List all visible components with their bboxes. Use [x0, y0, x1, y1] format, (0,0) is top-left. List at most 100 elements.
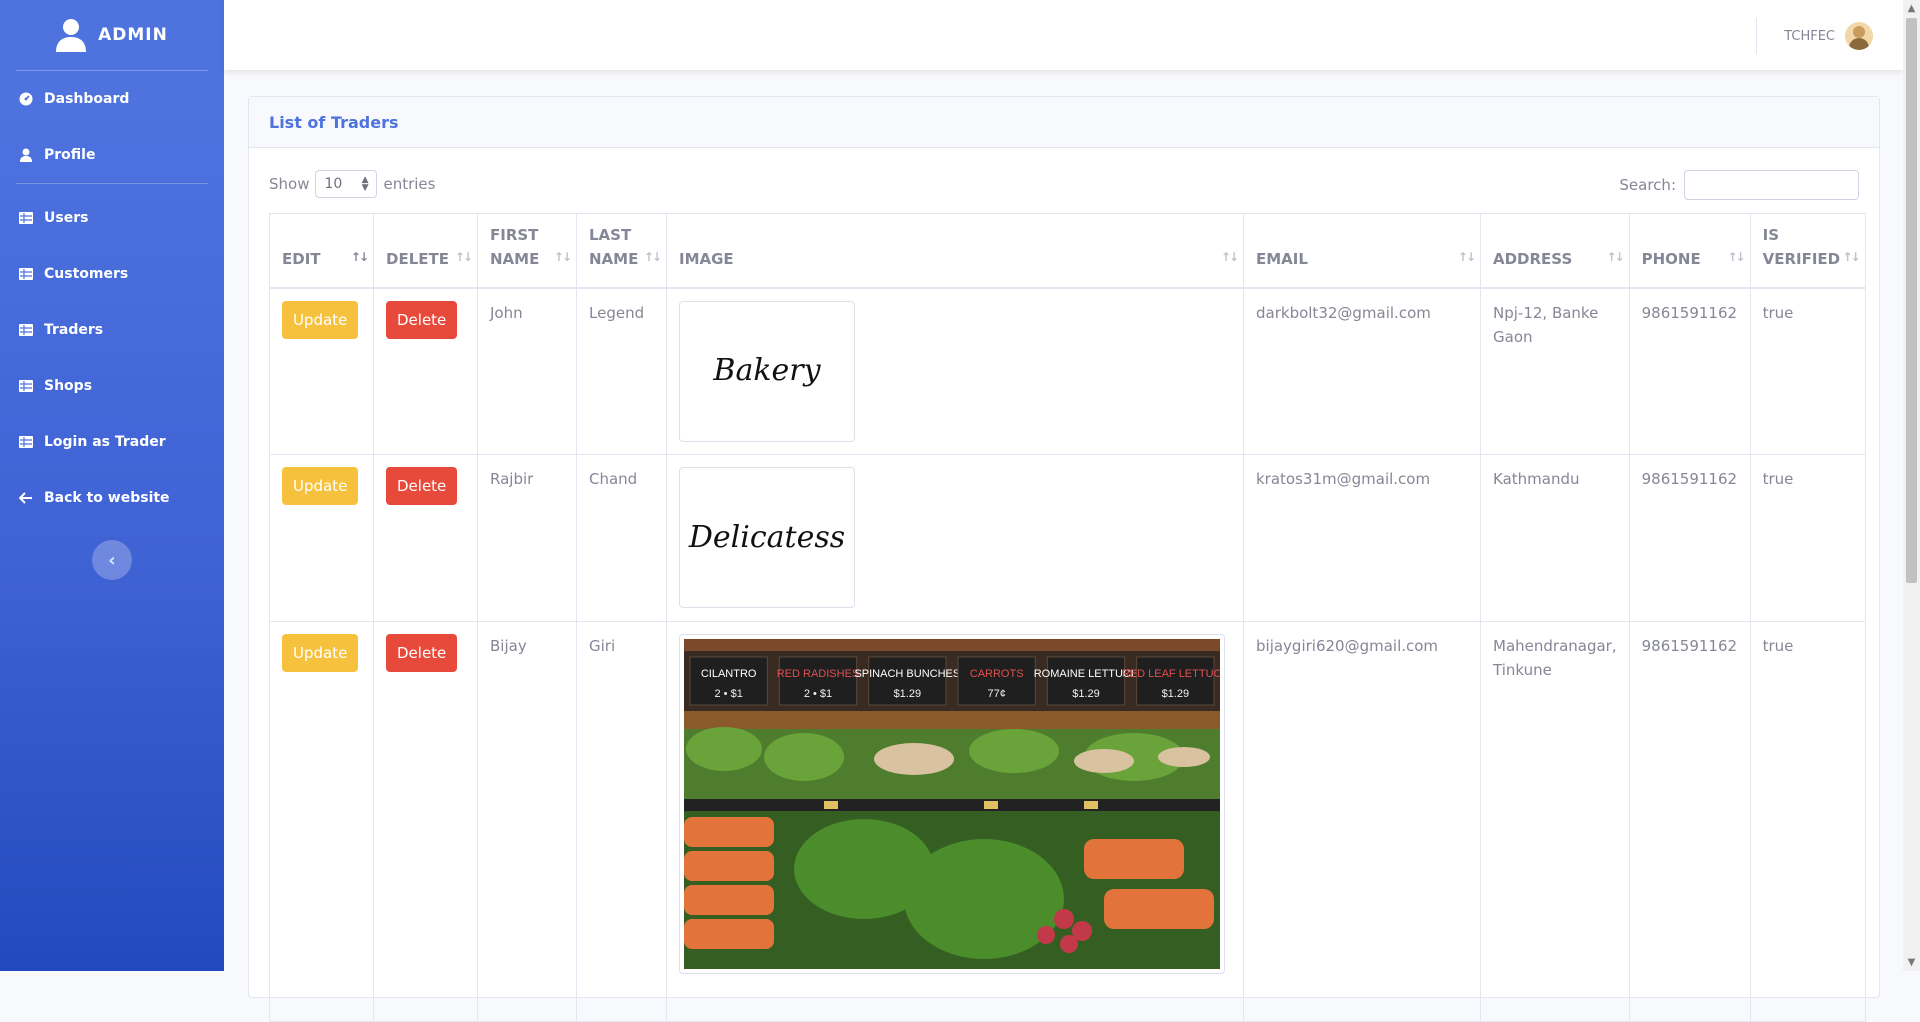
phone-cell: 9861591162	[1628, 621, 1751, 1022]
table-header-row: EDIT ↑↓ DELETE ↑↓ FIRST NAME ↑↓ LAST NAME ↑↓…	[269, 213, 1866, 289]
table-cell: Delete	[373, 287, 478, 455]
column-header-delete[interactable]: DELETE ↑↓	[373, 213, 478, 289]
scrollbar-thumb[interactable]	[1906, 18, 1917, 583]
table-search: Search:	[1619, 170, 1859, 200]
search-input[interactable]	[1684, 170, 1859, 200]
scroll-down-icon[interactable]: ▼	[1903, 954, 1920, 971]
column-header-phone[interactable]: PHONE ↑↓	[1628, 213, 1751, 289]
user-icon	[56, 18, 87, 52]
sidebar-item-traders[interactable]: Traders	[0, 302, 224, 358]
card-title: List of Traders	[249, 97, 1879, 148]
sidebar-item-dashboard[interactable]: Dashboard	[0, 71, 224, 127]
column-header-is-verified[interactable]: IS VERIFIED ↑↓	[1749, 213, 1866, 289]
verified-cell: true	[1749, 287, 1866, 455]
first-name-cell: Bijay	[477, 621, 577, 1022]
table-cell: Delete	[373, 621, 478, 1022]
sign-price: $1.29	[1162, 688, 1190, 700]
search-label: Search:	[1619, 176, 1676, 194]
table-cell: Delete	[373, 454, 478, 622]
sort-icon: ↑↓	[454, 249, 473, 264]
email-cell: bijaygiri620@gmail.com	[1243, 621, 1481, 1022]
table-icon	[18, 210, 34, 226]
entries-length: Show 10 ▲ ▼ entries	[269, 170, 435, 198]
traders-card: List of Traders Show 10 ▲ ▼ entries Searc…	[248, 96, 1880, 1022]
produce-photo: CILANTRO 2 • $1 RED RADISHES 2 • $1 SPINACH …	[684, 639, 1220, 969]
sort-icon: ↑↓	[643, 249, 662, 264]
column-header-edit[interactable]: EDIT ↑↓	[269, 213, 374, 289]
user-dropdown[interactable]: TCHFEC	[1784, 22, 1873, 50]
update-button[interactable]: Update	[282, 467, 359, 505]
sort-icon: ↑↓	[1842, 249, 1861, 264]
delete-button[interactable]: Delete	[386, 634, 458, 672]
phone-cell: 9861591162	[1628, 454, 1751, 622]
column-header-first-name[interactable]: FIRST NAME ↑↓	[477, 213, 577, 289]
phone-cell: 9861591162	[1628, 287, 1751, 455]
trader-image: Delicatess	[679, 467, 855, 608]
sidebar-item-label: Customers	[44, 266, 129, 282]
sort-icon: ↑↓	[553, 249, 572, 264]
first-name-cell: Rajbir	[477, 454, 577, 622]
delete-button[interactable]: Delete	[386, 467, 458, 505]
sidebar-item-back-to-website[interactable]: Back to website	[0, 470, 224, 526]
sidebar-item-label: Shops	[44, 378, 93, 394]
trader-image: CILANTRO 2 • $1 RED RADISHES 2 • $1 SPINACH …	[679, 634, 1225, 974]
logo-text: Delicatess	[688, 519, 846, 555]
sidebar-divider	[16, 183, 208, 184]
sort-icon: ↑↓	[1606, 249, 1625, 264]
update-button[interactable]: Update	[282, 300, 359, 339]
sign-price: $1.29	[1072, 688, 1100, 700]
column-header-address[interactable]: ADDRESS ↑↓	[1480, 213, 1630, 289]
entries-select[interactable]: 10 ▲ ▼	[315, 170, 378, 198]
tachometer-icon	[18, 91, 34, 107]
sidebar-brand[interactable]: ADMIN	[0, 0, 224, 70]
column-header-last-name[interactable]: LAST NAME ↑↓	[576, 213, 667, 289]
sort-icon: ↑↓	[1727, 249, 1746, 264]
table-row: Update Delete Bijay Giri CILANTRO 2 • $1 R…	[269, 621, 1866, 1022]
sidebar-item-label: Users	[44, 210, 89, 226]
table-controls: Show 10 ▲ ▼ entries Search:	[249, 148, 1879, 213]
sign-price: 2 • $1	[804, 688, 832, 700]
table-icon	[18, 322, 34, 338]
last-name-cell: Chand	[576, 454, 667, 622]
sort-arrows-icon: ▲ ▼	[361, 175, 369, 193]
logo-text: Bakery	[713, 353, 821, 388]
chevron-left-icon: ‹	[108, 549, 116, 571]
traders-table: EDIT ↑↓ DELETE ↑↓ FIRST NAME ↑↓ LAST NAME ↑↓…	[269, 213, 1866, 1022]
table-cell: Update	[269, 454, 374, 622]
entries-label: entries	[383, 175, 436, 193]
scroll-up-icon[interactable]: ▲	[1903, 0, 1920, 17]
delete-button[interactable]: Delete	[386, 300, 458, 339]
sidebar-toggle-button[interactable]: ‹	[92, 540, 132, 580]
trader-image: Bakery	[679, 300, 855, 442]
sidebar-item-label: Profile	[44, 147, 96, 163]
address-cell: Npj-12, Banke Gaon	[1480, 287, 1630, 455]
sign-label: CILANTRO	[701, 668, 757, 680]
page-scrollbar[interactable]: ▲ ▼	[1903, 0, 1920, 971]
sidebar-item-customers[interactable]: Customers	[0, 246, 224, 302]
table-cell: Update	[269, 287, 374, 455]
image-cell: Bakery	[666, 287, 1244, 455]
sidebar: ADMIN Dashboard Profile Users Customers …	[0, 0, 224, 971]
column-header-email[interactable]: EMAIL ↑↓	[1243, 213, 1481, 289]
sidebar-item-profile[interactable]: Profile	[0, 127, 224, 183]
address-cell: Mahendranagar, Tinkune	[1480, 621, 1630, 1022]
sign-label: RED LEAF LETTUCE	[1122, 668, 1220, 680]
sign-price: $1.29	[894, 688, 922, 700]
email-cell: kratos31m@gmail.com	[1243, 454, 1481, 622]
table-icon	[18, 378, 34, 394]
sign-price: 2 • $1	[715, 688, 743, 700]
sign-label: RED RADISHES	[777, 668, 860, 680]
arrow-left-icon	[18, 490, 34, 506]
brand-text: ADMIN	[98, 25, 168, 45]
sidebar-item-label: Back to website	[44, 490, 170, 506]
sort-icon: ↑↓	[1220, 249, 1239, 264]
sidebar-item-users[interactable]: Users	[0, 190, 224, 246]
show-label: Show	[269, 175, 310, 193]
email-cell: darkbolt32@gmail.com	[1243, 287, 1481, 455]
update-button[interactable]: Update	[282, 634, 359, 672]
sidebar-item-login-as-trader[interactable]: Login as Trader	[0, 414, 224, 470]
table-row: Update Delete John Legend Bakery darkbol…	[269, 287, 1866, 455]
topbar-divider	[1756, 18, 1757, 54]
sidebar-item-shops[interactable]: Shops	[0, 358, 224, 414]
column-header-image[interactable]: IMAGE ↑↓	[666, 213, 1244, 289]
